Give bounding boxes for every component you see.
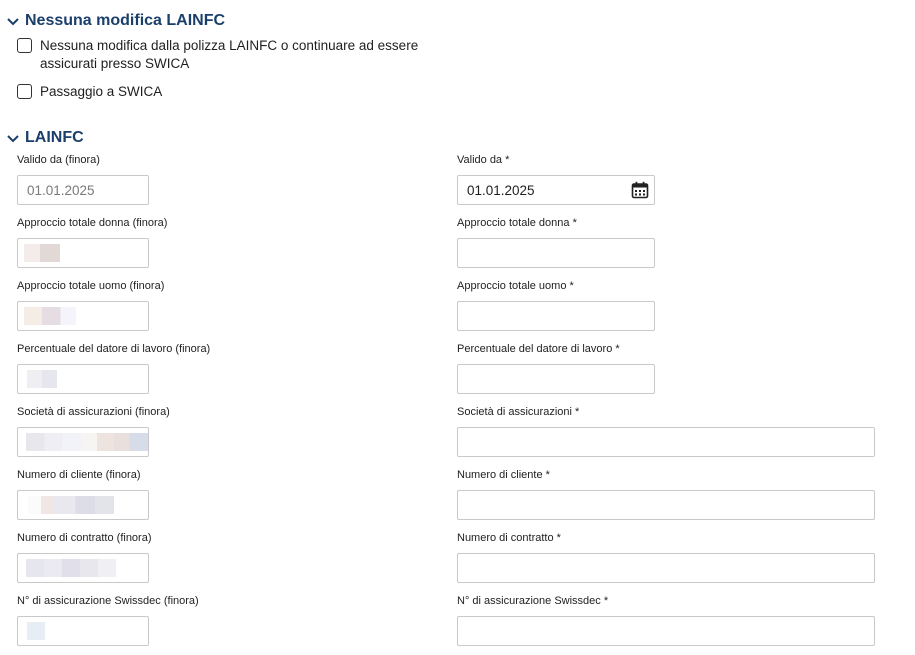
insurance-company-label: Società di assicurazioni * [457, 406, 580, 418]
women-total-label: Approccio totale donna * [457, 217, 577, 229]
employer-percentage-previous-label: Percentuale del datore di lavoro (finora… [17, 343, 211, 355]
option-switch-to-swica[interactable]: Passaggio a SWICA [17, 83, 420, 101]
valid-from-previous-field: 01.01.2025 [17, 175, 149, 205]
section-title-lainfc: LAINFC [25, 129, 84, 146]
section-toggle-no-change[interactable]: Nessuna modifica LAINFC [6, 12, 225, 30]
contract-number-previous-label: Numero di contratto (finora) [17, 532, 152, 544]
redacted-value [24, 307, 76, 325]
customer-number-previous-label: Numero di cliente (finora) [17, 469, 141, 481]
redacted-value [28, 496, 114, 514]
women-total-previous-label: Approccio totale donna (finora) [17, 217, 168, 229]
chevron-down-icon [7, 18, 19, 26]
employer-percentage-input[interactable] [457, 364, 655, 394]
contract-number-input[interactable] [457, 553, 875, 583]
valid-from-date-input[interactable]: 01.01.2025 [457, 175, 655, 205]
men-total-previous-field [17, 301, 149, 331]
swissdec-number-previous-field [17, 616, 149, 646]
employer-percentage-label: Percentuale del datore di lavoro * [457, 343, 620, 355]
swissdec-number-label: N° di assicurazione Swissdec * [457, 595, 609, 607]
swissdec-number-input[interactable] [457, 616, 875, 646]
calendar-icon[interactable] [631, 181, 649, 199]
women-total-previous-field [17, 238, 149, 268]
insurance-company-input[interactable] [457, 427, 875, 457]
valid-from-previous-label: Valido da (finora) [17, 154, 100, 166]
option-switch-to-swica-label: Passaggio a SWICA [40, 84, 163, 99]
valid-from-previous-value: 01.01.2025 [27, 183, 95, 198]
valid-from-value: 01.01.2025 [467, 183, 535, 198]
men-total-previous-label: Approccio totale uomo (finora) [17, 280, 165, 292]
employer-percentage-previous-field [17, 364, 149, 394]
men-total-label: Approccio totale uomo * [457, 280, 574, 292]
valid-from-label: Valido da * [457, 154, 510, 166]
men-total-input[interactable] [457, 301, 655, 331]
contract-number-label: Numero di contratto * [457, 532, 561, 544]
customer-number-previous-field [17, 490, 149, 520]
option-no-change[interactable]: Nessuna modifica dalla polizza LAINFC o … [17, 37, 420, 73]
redacted-value [26, 433, 148, 451]
swissdec-number-previous-label: N° di assicurazione Swissdec (finora) [17, 595, 199, 607]
checkbox-no-change[interactable] [17, 38, 32, 53]
customer-number-input[interactable] [457, 490, 875, 520]
option-no-change-label: Nessuna modifica dalla polizza LAINFC o … [40, 38, 419, 71]
chevron-down-icon [7, 135, 19, 143]
section-toggle-lainfc[interactable]: LAINFC [6, 129, 84, 147]
contract-number-previous-field [17, 553, 149, 583]
redacted-value [24, 244, 60, 262]
insurance-company-previous-label: Società di assicurazioni (finora) [17, 406, 170, 418]
redacted-value [27, 622, 45, 640]
customer-number-label: Numero di cliente * [457, 469, 550, 481]
checkbox-switch-to-swica[interactable] [17, 84, 32, 99]
redacted-value [27, 370, 57, 388]
section-title-no-change: Nessuna modifica LAINFC [25, 12, 226, 29]
insurance-company-previous-field [17, 427, 149, 457]
redacted-value [26, 559, 116, 577]
women-total-input[interactable] [457, 238, 655, 268]
